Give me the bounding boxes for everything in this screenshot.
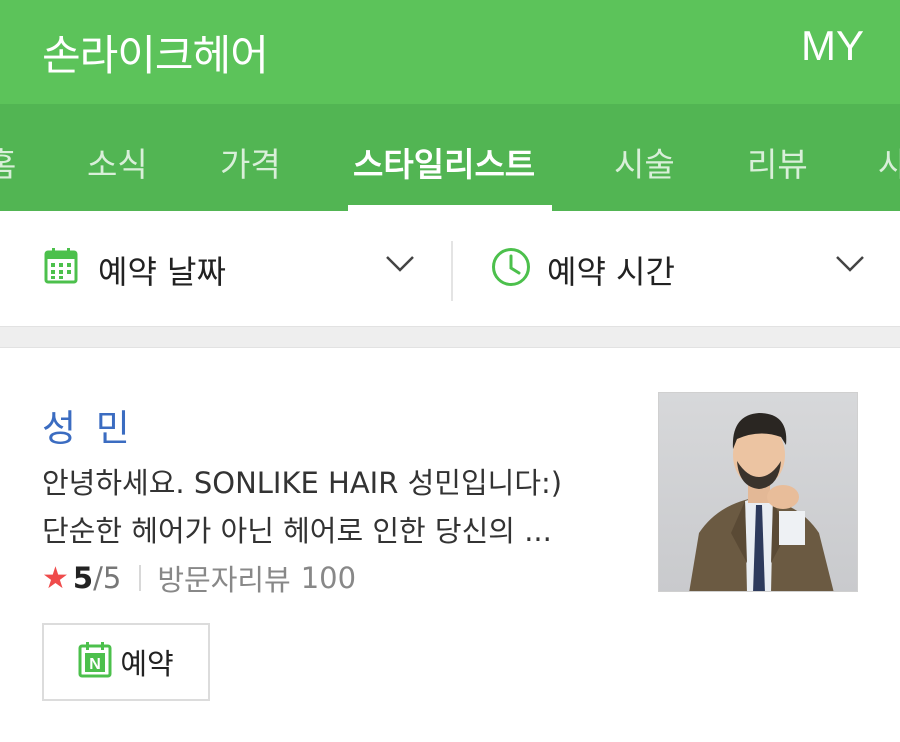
tab-review[interactable]: 리뷰 bbox=[747, 138, 808, 186]
stylist-name[interactable]: 성 민 bbox=[42, 398, 134, 452]
chevron-down-icon bbox=[385, 255, 415, 277]
tab-news[interactable]: 소식 bbox=[87, 138, 148, 186]
chevron-down-icon bbox=[835, 255, 865, 277]
clock-icon bbox=[491, 247, 531, 291]
stylist-card[interactable]: 성 민 안녕하세요. SONLIKE HAIR 성민입니다:) 단순한 헤어가 … bbox=[0, 348, 900, 742]
calendar-icon bbox=[44, 248, 78, 288]
review-label: 방문자리뷰 bbox=[157, 563, 291, 597]
reserve-button[interactable]: N 예약 bbox=[42, 623, 210, 701]
date-filter-label: 예약 날짜 bbox=[98, 253, 226, 291]
review-count: 100 bbox=[300, 561, 357, 595]
stylist-intro-line: 단순한 헤어가 아닌 헤어로 인한 당신의 ... bbox=[42, 514, 552, 548]
star-icon: ★ bbox=[42, 560, 69, 596]
stylist-intro-line: 안녕하세요. SONLIKE HAIR 성민입니다:) bbox=[42, 466, 563, 500]
tab-stylist[interactable]: 스타일리스트 bbox=[353, 138, 535, 186]
tab-bar: 홈 소식 가격 스타일리스트 시술 리뷰 사 bbox=[0, 104, 900, 211]
app-title: 손라이크헤어 bbox=[42, 31, 269, 80]
naver-booking-icon: N bbox=[78, 642, 112, 682]
stylist-photo[interactable] bbox=[658, 392, 858, 592]
reservation-filter-bar: 예약 날짜 예약 시간 bbox=[0, 211, 900, 326]
date-filter[interactable]: 예약 날짜 bbox=[0, 211, 451, 326]
rating-row: ★ 5 /5 방문자리뷰 100 bbox=[42, 558, 356, 598]
section-divider bbox=[0, 326, 900, 348]
rating-max: /5 bbox=[93, 561, 122, 595]
tab-treatment[interactable]: 시술 bbox=[614, 138, 675, 186]
rating-score: 5 bbox=[72, 561, 94, 595]
reserve-button-label: 예약 bbox=[120, 647, 174, 681]
tab-more[interactable]: 사 bbox=[878, 138, 900, 186]
tab-price[interactable]: 가격 bbox=[220, 138, 281, 186]
time-filter-label: 예약 시간 bbox=[547, 253, 675, 291]
app-header: 손라이크헤어 MY bbox=[0, 0, 900, 104]
rating-separator bbox=[139, 565, 142, 591]
time-filter[interactable]: 예약 시간 bbox=[453, 211, 900, 326]
my-page-link[interactable]: MY bbox=[801, 22, 864, 70]
naver-badge-letter: N bbox=[90, 656, 102, 673]
tab-home[interactable]: 홈 bbox=[0, 138, 16, 186]
